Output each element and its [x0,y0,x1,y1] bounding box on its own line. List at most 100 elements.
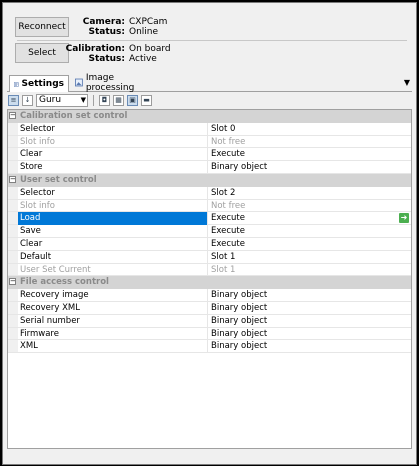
property-toolbar: ≡ ↓ Guru ▼ ◘ ▦ ▣ ▬ [8,93,412,108]
execute-arrow-icon[interactable]: ➜ [399,213,409,224]
category-header[interactable]: − User set control [8,173,411,187]
settings-icon [14,81,19,87]
calibration-status-value: Active [129,54,157,64]
property-row[interactable]: Recovery XML Binary object [8,301,411,315]
property-value: Slot 1 [207,263,397,277]
property-name: XML [20,341,38,352]
category-label: Calibration set control [20,111,128,121]
property-row[interactable]: Store Binary object [8,161,411,174]
property-value: Not free [207,199,397,213]
row-gutter [8,212,18,225]
image-processing-icon [75,78,83,87]
property-value[interactable]: Slot 2 [207,186,397,200]
row-gutter [8,225,18,237]
row-gutter [8,199,18,212]
camera-settings-window: Reconnect Camera: CXPCam Status: Online … [2,2,417,465]
chevron-down-icon: ▼ [80,96,86,104]
category-label: User set control [20,174,97,185]
property-value[interactable]: Slot 1 [207,250,397,264]
calibration-value: On board [129,44,171,54]
property-name: Slot info [20,200,55,211]
row-gutter [8,314,18,327]
camera-panel-divider [17,40,407,41]
row-gutter [8,237,18,250]
property-grid: − Calibration set control Selector Slot 0 Sl… [7,109,412,449]
row-gutter [8,289,18,301]
save-icon[interactable]: ▣ [127,95,138,106]
property-row[interactable]: Default Slot 1 [8,250,411,264]
row-gutter [8,122,18,135]
camera-icon[interactable]: ◘ [99,95,110,106]
property-row[interactable]: Clear Execute [8,237,411,251]
property-value[interactable]: Binary object [207,340,397,354]
property-name: Save [20,226,41,237]
property-row[interactable]: Clear Execute [8,148,411,162]
visibility-level-select[interactable]: Guru ▼ [36,94,88,107]
camera-panel: Reconnect Camera: CXPCam Status: Online … [11,11,407,71]
collapse-icon[interactable]: − [9,112,16,119]
property-name: Selector [20,187,55,198]
property-value[interactable]: Execute [207,237,397,251]
category-label: File access control [20,277,109,288]
property-row[interactable]: Selector Slot 0 [8,122,411,136]
collapse-icon[interactable]: − [9,278,16,286]
property-row[interactable]: Firmware Binary object [8,327,411,341]
property-name: Firmware [20,328,59,339]
camera-name: CXPCam [129,17,168,27]
row-gutter [8,263,18,276]
calibration-status-label: Status: [88,54,125,64]
property-value[interactable]: Binary object [207,301,397,315]
status-label: Status: [88,27,125,37]
tab-overflow-icon[interactable]: ▼ [404,78,410,87]
collapse-icon[interactable]: − [9,175,16,183]
property-value[interactable]: Binary object [207,161,397,174]
row-gutter [8,161,18,173]
property-value[interactable]: Binary object [207,314,397,328]
property-name: User Set Current [20,264,91,275]
tab-image-processing-label: Image processing [85,72,135,93]
property-value[interactable]: Binary object [207,289,397,302]
visibility-level-value: Guru [39,95,62,105]
property-name: Clear [20,238,43,249]
row-gutter [8,340,18,353]
category-header[interactable]: − File access control [8,276,411,290]
property-row[interactable]: XML Binary object [8,340,411,354]
tab-settings-label: Settings [21,79,64,89]
property-row[interactable]: Slot info Not free [8,199,411,213]
property-value[interactable]: Binary object [207,327,397,341]
camera-label: Camera: [82,17,125,27]
property-name: Selector [20,123,55,134]
row-gutter [8,148,18,161]
status-bar [7,451,412,461]
property-row[interactable]: Slot info Not free [8,135,411,149]
property-value[interactable]: Slot 0 [207,122,397,136]
export-icon[interactable]: ▬ [141,95,152,106]
property-row[interactable]: User Set Current Slot 1 [8,263,411,277]
property-row[interactable]: Selector Slot 2 [8,186,411,200]
property-value[interactable]: Execute [207,148,397,162]
grid-icon[interactable]: ▦ [113,95,124,106]
calibration-label: Calibration: [65,44,125,54]
property-row[interactable]: Save Execute [8,225,411,238]
category-header[interactable]: − Calibration set control [8,110,411,123]
property-name: Store [20,162,43,173]
categorized-view-icon[interactable]: ≡ [8,95,19,106]
property-row[interactable]: Serial number Binary object [8,314,411,328]
row-gutter [8,135,18,148]
property-name: Default [20,251,52,262]
row-gutter [8,301,18,314]
row-gutter [8,327,18,340]
row-gutter [8,250,18,263]
tab-strip: Settings Image processing ▼ [7,72,412,93]
tab-image-processing[interactable]: Image processing [71,72,159,93]
property-value[interactable]: Execute [207,212,397,226]
property-name: Recovery image [20,290,89,301]
property-row[interactable]: Recovery image Binary object [8,289,411,302]
property-name: Serial number [20,315,80,326]
property-value[interactable]: Execute [207,225,397,238]
property-row[interactable]: Load Execute ➜ [8,212,411,226]
tab-settings[interactable]: Settings [9,75,69,92]
status-value: Online [129,27,159,37]
property-name: Load [18,212,208,226]
alphabetical-view-icon[interactable]: ↓ [22,95,33,106]
